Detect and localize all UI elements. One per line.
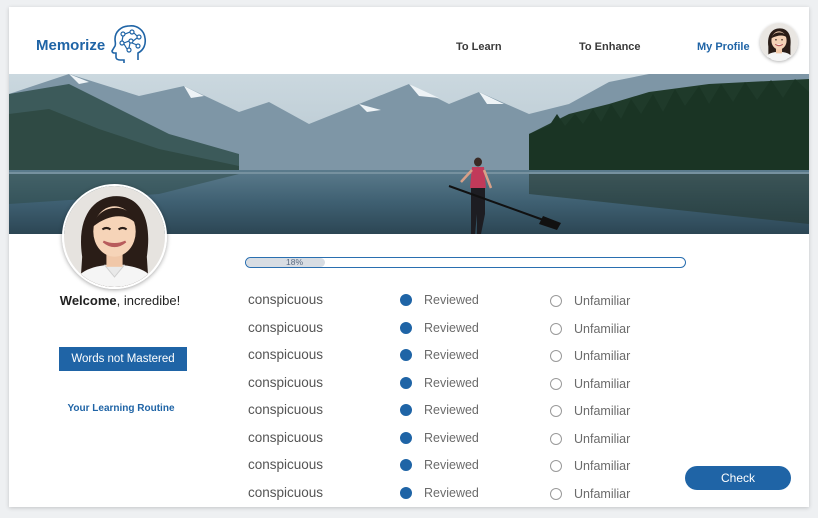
unfamiliar-radio[interactable] [550,460,562,472]
reviewed-label: Reviewed [424,293,479,307]
unfamiliar-option[interactable]: Unfamiliar [550,459,630,473]
avatar-photo [64,186,165,287]
unfamiliar-label: Unfamiliar [574,349,631,363]
word-row: conspicuous Reviewed Unfamiliar [9,347,809,371]
word-text: conspicuous [248,320,324,335]
unfamiliar-option[interactable]: Unfamiliar [550,404,630,418]
unfamiliar-label: Unfamiliar [574,377,631,391]
reviewed-radio[interactable] [400,322,412,334]
unfamiliar-radio[interactable] [550,405,562,417]
unfamiliar-label: Unfamiliar [574,322,631,336]
avatar-photo [760,23,798,61]
word-row: conspicuous Reviewed Unfamiliar [9,485,809,507]
unfamiliar-radio[interactable] [550,488,562,500]
unfamiliar-label: Unfamiliar [574,294,631,308]
reviewed-option[interactable]: Reviewed [400,431,479,445]
reviewed-option[interactable]: Reviewed [400,458,479,472]
app-window: Memorize To Learn To Enhance My Profile [9,7,809,507]
reviewed-radio[interactable] [400,377,412,389]
nav-to-learn[interactable]: To Learn [456,41,502,53]
brain-head-icon [111,25,147,63]
word-text: conspicuous [248,457,324,472]
app-logo-text[interactable]: Memorize [36,37,105,54]
unfamiliar-label: Unfamiliar [574,404,631,418]
reviewed-label: Reviewed [424,348,479,362]
nav-to-enhance[interactable]: To Enhance [579,41,641,53]
nav-my-profile[interactable]: My Profile [697,41,750,53]
unfamiliar-radio[interactable] [550,350,562,362]
check-button[interactable]: Check [685,466,791,490]
unfamiliar-radio[interactable] [550,378,562,390]
unfamiliar-option[interactable]: Unfamiliar [550,294,630,308]
unfamiliar-label: Unfamiliar [574,432,631,446]
reviewed-label: Reviewed [424,486,479,500]
word-row: conspicuous Reviewed Unfamiliar [9,402,809,426]
reviewed-radio[interactable] [400,404,412,416]
unfamiliar-radio[interactable] [550,295,562,307]
unfamiliar-radio[interactable] [550,323,562,335]
progress-label: 18% [286,257,304,267]
word-text: conspicuous [248,375,324,390]
unfamiliar-label: Unfamiliar [574,487,631,501]
reviewed-option[interactable]: Reviewed [400,293,479,307]
word-text: conspicuous [248,292,324,307]
reviewed-option[interactable]: Reviewed [400,348,479,362]
reviewed-radio[interactable] [400,294,412,306]
unfamiliar-label: Unfamiliar [574,459,631,473]
word-row: conspicuous Reviewed Unfamiliar [9,320,809,344]
reviewed-radio[interactable] [400,487,412,499]
reviewed-option[interactable]: Reviewed [400,321,479,335]
unfamiliar-option[interactable]: Unfamiliar [550,487,630,501]
reviewed-option[interactable]: Reviewed [400,403,479,417]
unfamiliar-option[interactable]: Unfamiliar [550,432,630,446]
word-text: conspicuous [248,402,324,417]
unfamiliar-option[interactable]: Unfamiliar [550,349,630,363]
word-row: conspicuous Reviewed Unfamiliar [9,430,809,454]
reviewed-label: Reviewed [424,458,479,472]
reviewed-option[interactable]: Reviewed [400,486,479,500]
word-row: conspicuous Reviewed Unfamiliar [9,292,809,316]
word-row: conspicuous Reviewed Unfamiliar [9,375,809,399]
profile-avatar[interactable] [760,23,798,61]
reviewed-label: Reviewed [424,403,479,417]
word-text: conspicuous [248,430,324,445]
reviewed-radio[interactable] [400,349,412,361]
user-avatar-large [62,184,167,289]
reviewed-option[interactable]: Reviewed [400,376,479,390]
reviewed-radio[interactable] [400,459,412,471]
word-text: conspicuous [248,347,324,362]
reviewed-label: Reviewed [424,431,479,445]
word-text: conspicuous [248,485,324,500]
unfamiliar-option[interactable]: Unfamiliar [550,377,630,391]
reviewed-radio[interactable] [400,432,412,444]
reviewed-label: Reviewed [424,376,479,390]
progress-bar: 18% [245,257,686,268]
unfamiliar-option[interactable]: Unfamiliar [550,322,630,336]
reviewed-label: Reviewed [424,321,479,335]
unfamiliar-radio[interactable] [550,433,562,445]
